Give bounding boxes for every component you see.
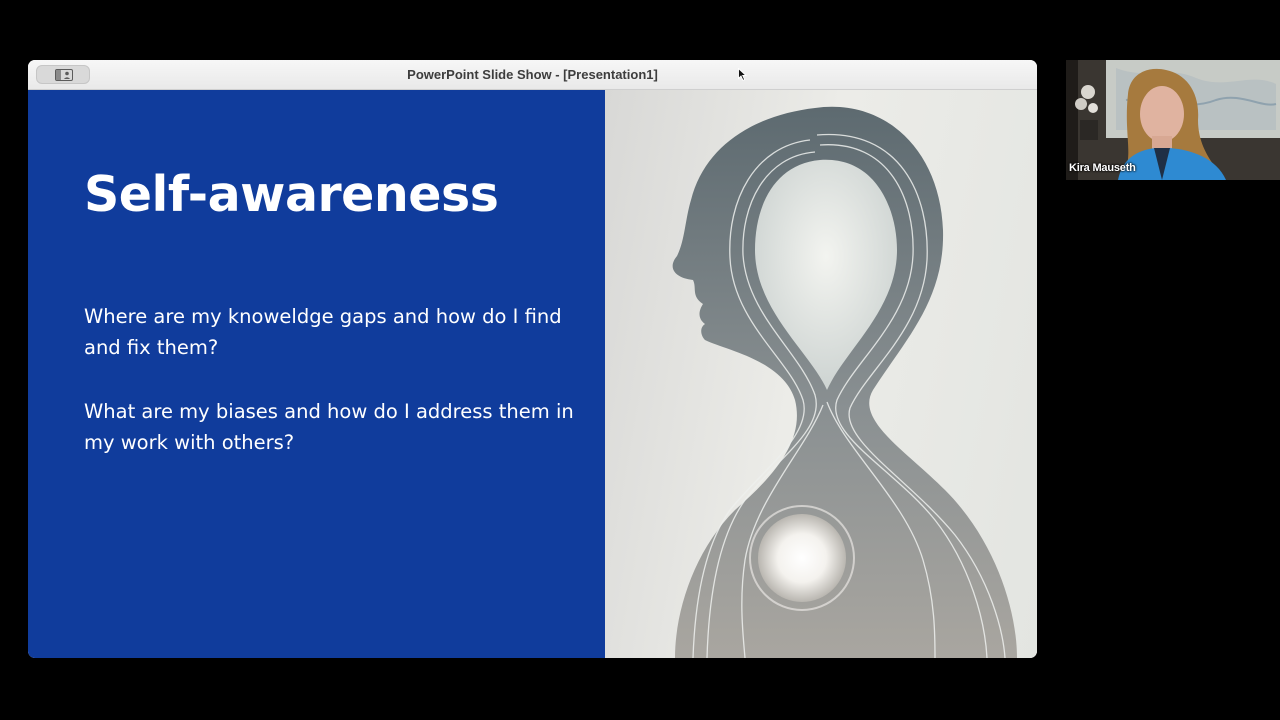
head-silhouette-illustration <box>605 90 1037 658</box>
screen: PowerPoint Slide Show - [Presentation1] … <box>0 0 1280 720</box>
slide-bullet-biases: What are my biases and how do I address … <box>84 400 574 454</box>
slideshow-window: PowerPoint Slide Show - [Presentation1] … <box>28 60 1037 658</box>
window-title: PowerPoint Slide Show - [Presentation1] <box>407 67 658 82</box>
mouse-pointer-icon <box>738 68 747 81</box>
head-silhouette-art <box>672 106 1017 658</box>
window-titlebar: PowerPoint Slide Show - [Presentation1] <box>28 60 1037 90</box>
participant-video-tile[interactable]: Kira Mauseth <box>1066 60 1280 180</box>
slide-title: Self-awareness <box>84 166 499 223</box>
slide-text-panel: Self-awareness Where are my knoweldge ga… <box>28 90 605 658</box>
slide: Self-awareness Where are my knoweldge ga… <box>28 90 1037 658</box>
slide-bullet-knowledge-gaps: Where are my knoweldge gaps and how do I… <box>84 305 562 359</box>
participant-name-label: Kira Mauseth <box>1069 162 1136 174</box>
